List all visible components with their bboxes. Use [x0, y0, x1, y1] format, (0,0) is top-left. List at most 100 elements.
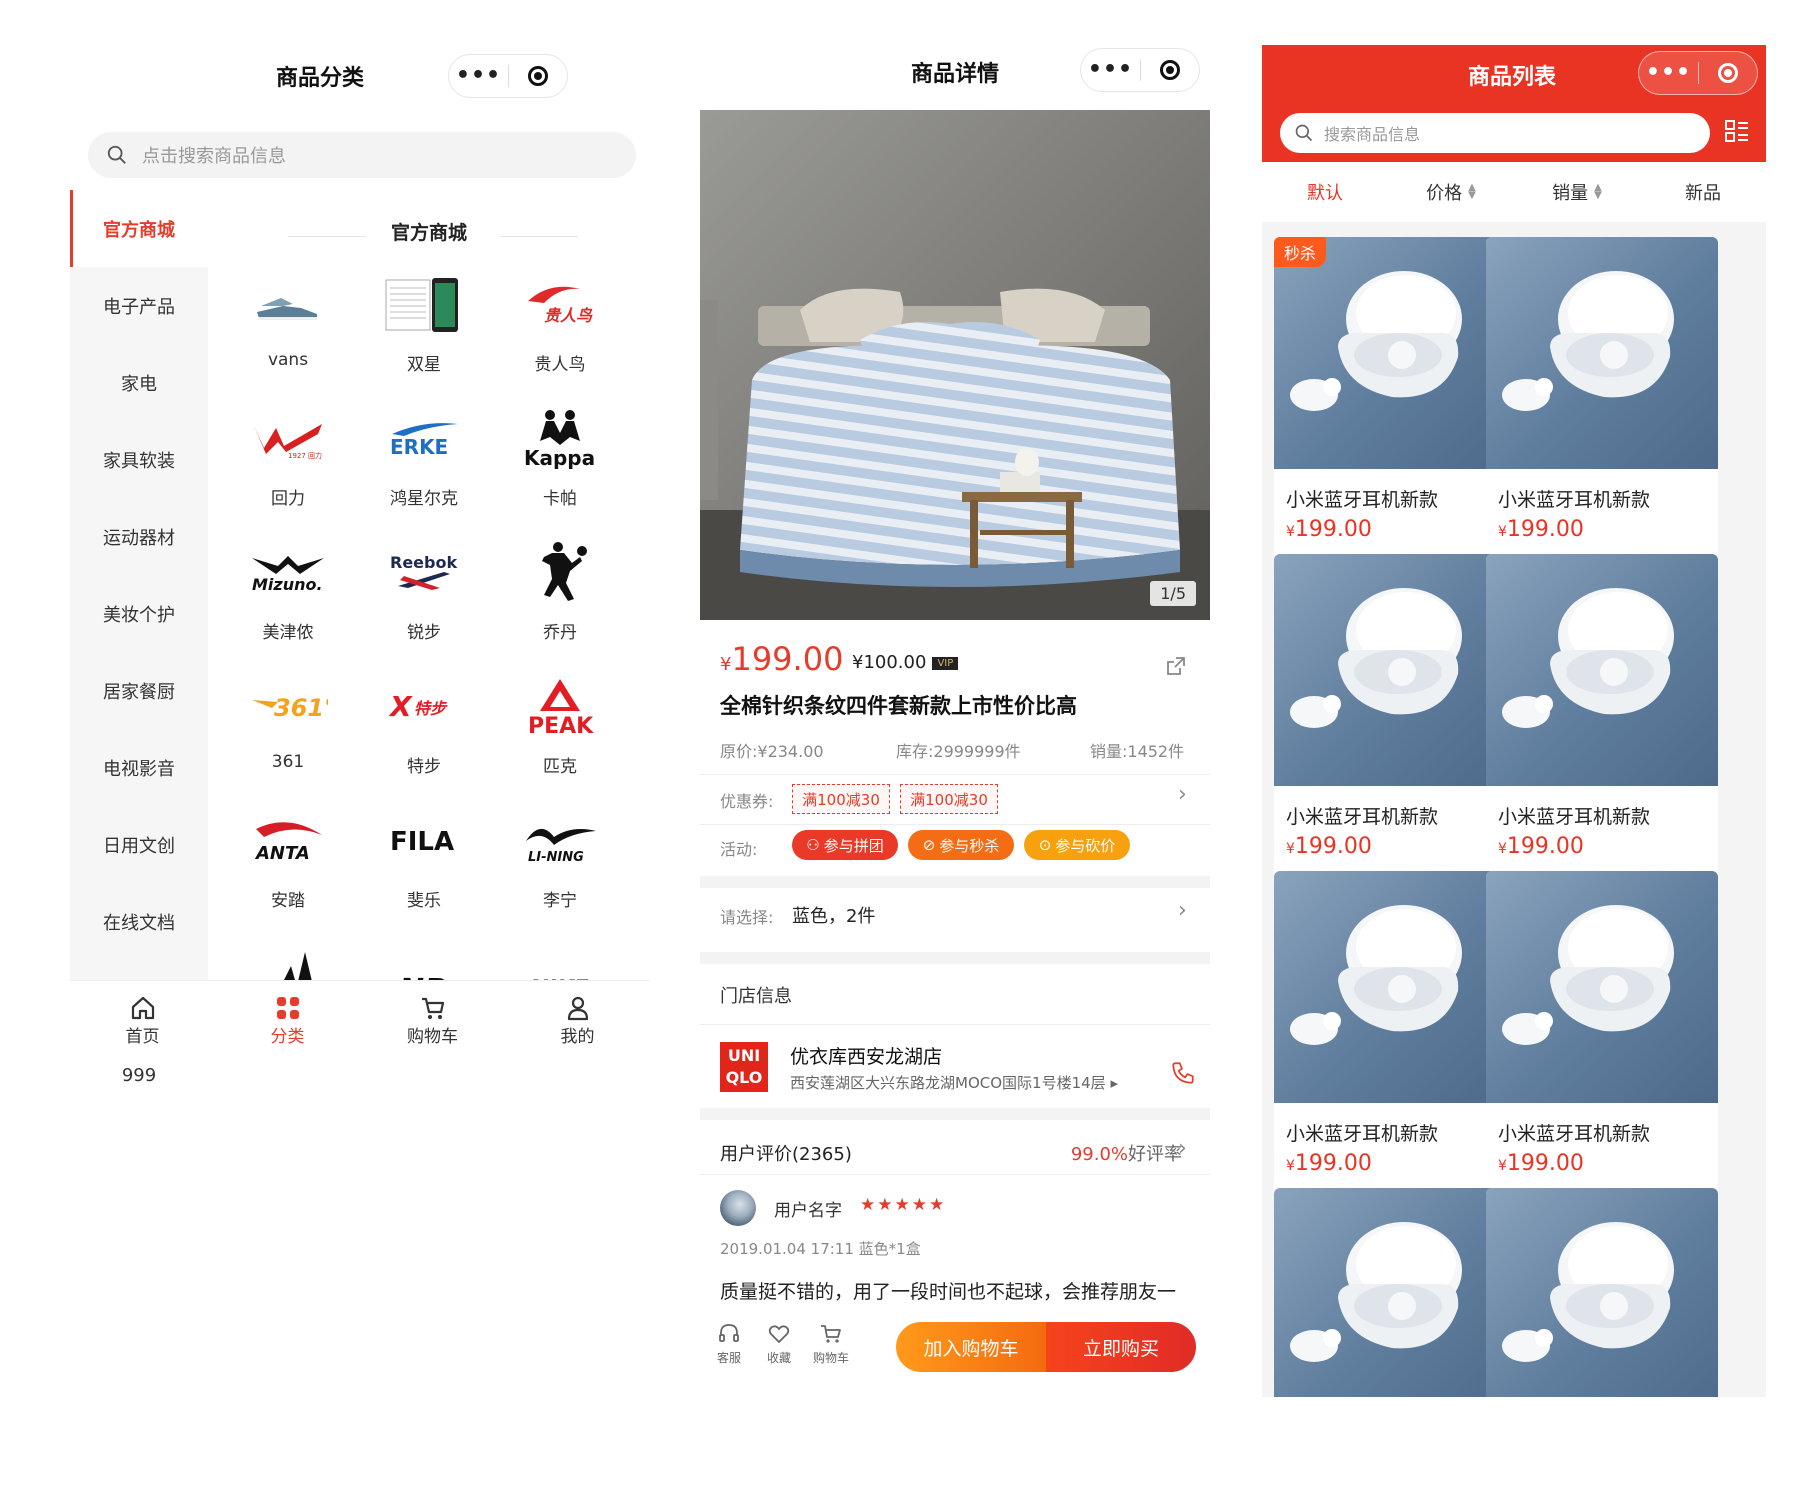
bargain-button[interactable]: ⊙ 参与砍价 [1024, 830, 1130, 860]
brand-item-nike[interactable]: NIKE [492, 932, 628, 982]
favorite-button[interactable]: 收藏 [754, 1322, 804, 1366]
more-icon[interactable]: ••• [1081, 48, 1140, 92]
group-buy-button[interactable]: ⚇ 参与拼团 [792, 830, 898, 860]
currency-symbol: ¥ [1286, 524, 1295, 540]
tab-category[interactable]: 分类 [215, 981, 360, 1059]
fila-logo: FILA [374, 798, 474, 882]
close-target-icon[interactable] [1141, 60, 1199, 80]
sort-default[interactable]: 默认 [1262, 162, 1388, 222]
brand-item-newbalance[interactable]: NB [356, 932, 492, 982]
product-card[interactable] [1274, 1188, 1506, 1397]
sidebar-item[interactable]: 居家餐厨 [70, 652, 208, 729]
search-icon [1295, 124, 1313, 142]
brand-item-shuangxing[interactable]: 双星 [356, 262, 492, 396]
tab-mine[interactable]: 我的 [505, 981, 650, 1059]
product-image-carousel[interactable]: 1/5 [700, 110, 1210, 620]
tab-cart[interactable]: 购物车 [360, 981, 505, 1059]
sidebar-item[interactable]: 日用文创 [70, 806, 208, 883]
brand-item-vans[interactable]: vans [220, 262, 356, 396]
product-card[interactable]: 小米蓝牙耳机新款¥199.00¥100.00VIP已售999件 [1274, 871, 1506, 1224]
brand-item-kappa[interactable]: Kappa 卡帕 [492, 396, 628, 530]
coupon-tag[interactable]: 满100减30 [900, 784, 998, 814]
service-button[interactable]: 客服 [704, 1322, 754, 1366]
sidebar-item[interactable]: 运动器材 [70, 498, 208, 575]
product-card[interactable]: 小米蓝牙耳机新款¥199.00¥100.00VIP已售999件 [1486, 871, 1718, 1224]
caret-right-icon: ▸ [1110, 1074, 1118, 1092]
mini-program-capsule[interactable]: ••• [1638, 51, 1758, 95]
sidebar-item[interactable]: 电视影音 [70, 729, 208, 806]
product-image [1486, 237, 1718, 469]
sort-sales[interactable]: 销量 ▲ ▼ [1514, 162, 1640, 222]
flash-sale-button[interactable]: ⊘ 参与秒杀 [908, 830, 1014, 860]
tab-label: 分类 [270, 1026, 305, 1047]
sidebar-item[interactable]: 家电 [70, 344, 208, 421]
tab-label: 我的 [560, 1026, 595, 1047]
brand-item-huili[interactable]: 1927 回力 回力 [220, 396, 356, 530]
brand-item-lining[interactable]: LI-NING 李宁 [492, 798, 628, 932]
close-target-icon[interactable] [509, 66, 567, 86]
sort-price[interactable]: 价格 ▲ ▼ [1388, 162, 1514, 222]
close-target-icon[interactable] [1699, 63, 1757, 83]
page-title: 商品分类 [275, 66, 364, 91]
brand-item-361[interactable]: 361° 361 [220, 664, 356, 798]
brand-item-reebok[interactable]: Reebok 锐步 [356, 530, 492, 664]
brand-item-anta[interactable]: ANTA 安踏 [220, 798, 356, 932]
search-input[interactable]: 搜索商品信息 [1280, 113, 1710, 153]
buy-now-button[interactable]: 立即购买 [1046, 1322, 1196, 1372]
product-card[interactable]: 秒杀小米蓝牙耳机新款¥199.00¥100.00VIP已售999件 [1274, 237, 1506, 590]
product-card[interactable]: 小米蓝牙耳机新款¥199.00¥100.00VIP已售999件 [1274, 554, 1506, 907]
chevron-right-icon[interactable]: › [1178, 1136, 1187, 1161]
bargain-icon: ⊙ [1038, 836, 1052, 854]
review-date: 2019.01.04 17:11 蓝色*1盒 [720, 1240, 921, 1258]
mini-program-capsule[interactable]: ••• [448, 54, 568, 98]
brand-item-fila[interactable]: FILA 斐乐 [356, 798, 492, 932]
earbuds-product-image [1502, 905, 1674, 1045]
vip-badge: VIP [932, 656, 959, 670]
sort-new[interactable]: 新品 [1640, 162, 1766, 222]
store-address[interactable]: 西安莲湖区大兴东路龙湖MOCO国际1号楼14层 ▸ [790, 1072, 1118, 1093]
mini-program-capsule[interactable]: ••• [1080, 48, 1200, 92]
cart-button[interactable]: 购物车 [806, 1322, 856, 1366]
product-card[interactable]: 小米蓝牙耳机新款¥199.00¥100.00VIP已售999件 [1486, 237, 1718, 590]
more-icon[interactable]: ••• [1639, 51, 1698, 95]
search-placeholder: 点击搜索商品信息 [142, 146, 286, 167]
brand-item-qiaodan[interactable]: 乔丹 [492, 530, 628, 664]
product-card[interactable]: 小米蓝牙耳机新款¥199.00¥100.00VIP已售999件 [1486, 554, 1718, 907]
brand-item-mizuno[interactable]: Mizuno. 美津侬 [220, 530, 356, 664]
sidebar-item[interactable]: 电子产品 [70, 267, 208, 344]
search-input[interactable]: 点击搜索商品信息 [88, 132, 636, 178]
sidebar-item[interactable]: 官方商城 [70, 190, 208, 267]
earbuds-product-image [1502, 271, 1674, 411]
sale-price: ¥199.00 [720, 640, 843, 678]
brand-item-xtep[interactable]: X 特步 特步 [356, 664, 492, 798]
chevron-right-icon[interactable]: › [1178, 782, 1187, 807]
store-name: 优衣库西安龙湖店 [790, 1046, 943, 1068]
erke-logo: ERKE [374, 396, 474, 480]
price-value: 199.00 [1506, 834, 1584, 859]
cart-icon [421, 997, 444, 1019]
brand-item-adidas[interactable] [220, 932, 356, 982]
brand-item-erke[interactable]: ERKE 鸿星尔克 [356, 396, 492, 530]
add-to-cart-button[interactable]: 加入购物车 [896, 1322, 1046, 1372]
review-rate[interactable]: 99.0%好评率 [1071, 1140, 1182, 1166]
sidebar-item[interactable]: 在线文档 [70, 883, 208, 960]
sidebar-item[interactable]: 家具软装 [70, 421, 208, 498]
svg-text:ERKE: ERKE [390, 435, 448, 459]
list-header: 商品列表 ••• 搜索商品信息 [1262, 45, 1766, 162]
tab-label: 购物车 [407, 1026, 458, 1047]
sidebar-item[interactable]: 美妆个护 [70, 575, 208, 652]
share-icon[interactable] [1164, 654, 1188, 678]
product-name: 小米蓝牙耳机新款 [1498, 489, 1651, 511]
brand-item-guirenniao[interactable]: 贵人鸟 贵人鸟 [492, 262, 628, 396]
tab-home[interactable]: 首页 [70, 981, 215, 1059]
more-icon[interactable]: ••• [449, 54, 508, 98]
selected-spec[interactable]: 蓝色，2件 [792, 902, 875, 928]
svg-text:PEAK: PEAK [528, 714, 594, 737]
coupon-tag[interactable]: 满100减30 [792, 784, 890, 814]
layout-toggle-icon[interactable] [1724, 119, 1750, 145]
earbuds-product-image [1290, 588, 1462, 728]
chevron-right-icon[interactable]: › [1178, 898, 1187, 923]
brand-item-peak[interactable]: PEAK 匹克 [492, 664, 628, 798]
phone-icon[interactable] [1170, 1060, 1196, 1086]
product-card[interactable] [1486, 1188, 1718, 1397]
